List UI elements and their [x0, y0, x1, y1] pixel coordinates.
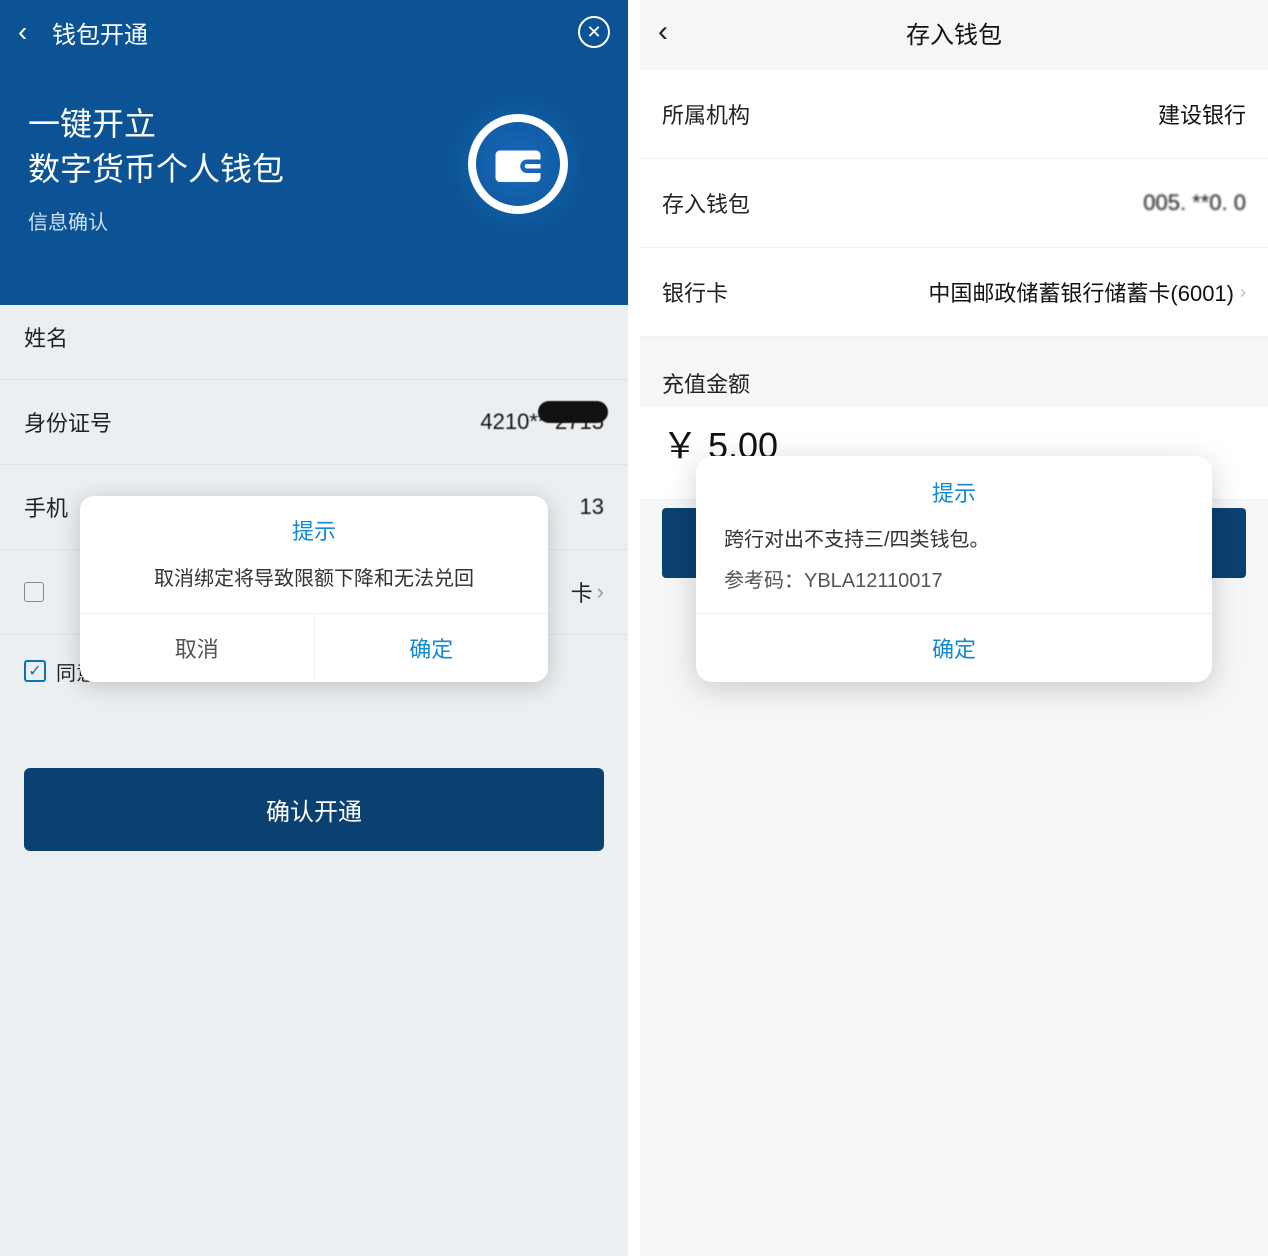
checkbox-card[interactable]: [24, 582, 44, 602]
confirm-open-button[interactable]: 确认开通: [24, 768, 604, 851]
label-recharge-amount: 充值金额: [640, 337, 1268, 407]
dialog-title: 提示: [80, 496, 548, 554]
value-wallet: 005. **0. 0: [1143, 190, 1246, 216]
detail-list: 所属机构 建设银行 存入钱包 005. **0. 0 银行卡 中国邮政储蓄银行储…: [640, 70, 1268, 337]
row-id[interactable]: 身份证号 4210***2715: [0, 380, 628, 465]
navbar-right: ‹ 存入钱包: [640, 0, 1268, 64]
row-bankcard[interactable]: 银行卡 中国邮政储蓄银行储蓄卡(6001) ›: [640, 248, 1268, 337]
hero-line2: 数字货币个人钱包: [28, 151, 284, 187]
row-wallet[interactable]: 存入钱包 005. **0. 0: [640, 159, 1268, 248]
chevron-right-icon: ›: [597, 579, 604, 605]
label-card-hint: 卡: [571, 576, 593, 608]
page-title: 钱包开通: [46, 15, 578, 50]
screen-wallet-open: ‹ 钱包开通 ✕ 一键开立 数字货币个人钱包 信息确认 姓名 身份证号 4210…: [0, 0, 640, 1256]
label-org: 所属机构: [662, 98, 750, 130]
page-title: 存入钱包: [686, 15, 1250, 50]
close-icon[interactable]: ✕: [578, 16, 610, 48]
back-icon[interactable]: ‹: [18, 16, 46, 48]
label-phone: 手机: [24, 491, 68, 523]
wallet-icon: [448, 94, 588, 234]
hero-line1: 一键开立: [28, 106, 156, 142]
chevron-right-icon: ›: [1240, 282, 1246, 303]
value-id: 4210***2715: [480, 409, 604, 435]
dialog-message: 跨行对出不支持三/四类钱包。: [696, 518, 1212, 564]
label-name: 姓名: [24, 321, 68, 353]
back-icon[interactable]: ‹: [658, 15, 686, 49]
row-name[interactable]: 姓名: [0, 295, 628, 380]
label-bankcard: 银行卡: [662, 276, 728, 308]
dialog-error: 提示 跨行对出不支持三/四类钱包。 参考码：YBLA12110017 确定: [696, 456, 1212, 682]
screen-deposit: ‹ 存入钱包 所属机构 建设银行 存入钱包 005. **0. 0 银行卡 中国…: [640, 0, 1268, 1256]
hero-banner: 一键开立 数字货币个人钱包 信息确认: [0, 64, 628, 305]
dialog-ok-button[interactable]: 确定: [315, 614, 549, 682]
value-phone-tail: 13: [580, 494, 604, 520]
value-bankcard: 中国邮政储蓄银行储蓄卡(6001): [928, 276, 1234, 308]
dialog-cancel-button[interactable]: 取消: [80, 614, 315, 682]
dialog-confirm-unbind: 提示 取消绑定将导致限额下降和无法兑回 取消 确定: [80, 496, 548, 682]
navbar-left: ‹ 钱包开通 ✕: [0, 0, 628, 64]
dialog-ok-button[interactable]: 确定: [696, 613, 1212, 682]
label-wallet: 存入钱包: [662, 187, 750, 219]
dialog-title: 提示: [696, 456, 1212, 518]
row-org[interactable]: 所属机构 建设银行: [640, 70, 1268, 159]
label-id: 身份证号: [24, 406, 112, 438]
dialog-refcode: 参考码：YBLA12110017: [696, 564, 1212, 613]
checkbox-agree[interactable]: ✓: [24, 660, 46, 682]
dialog-message: 取消绑定将导致限额下降和无法兑回: [80, 554, 548, 613]
value-org: 建设银行: [1158, 98, 1246, 130]
